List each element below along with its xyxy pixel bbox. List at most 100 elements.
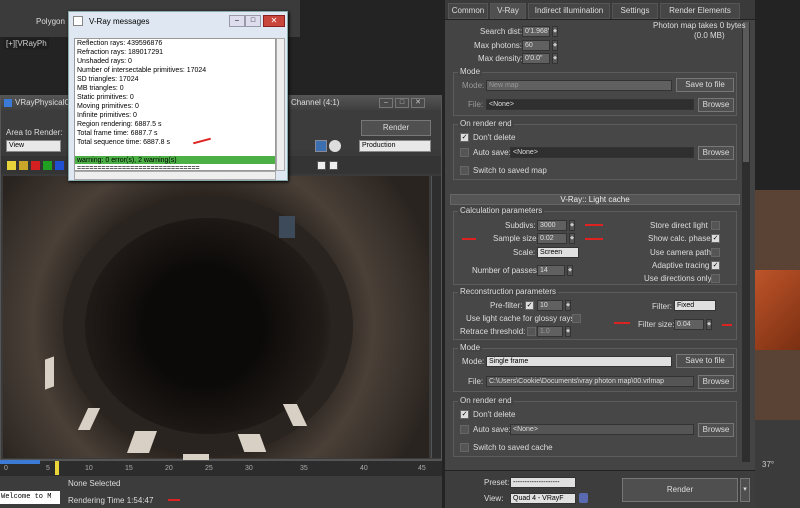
save-icon[interactable] — [7, 161, 16, 170]
use-directions-checkbox[interactable] — [711, 274, 720, 283]
dont-delete-checkbox[interactable]: ✓ — [460, 410, 469, 419]
file-field[interactable]: <None> — [486, 99, 694, 110]
mode-select[interactable]: Single frame — [486, 356, 672, 367]
spinner[interactable]: ◆ — [565, 326, 571, 337]
filter-select[interactable]: Fixed — [674, 300, 716, 311]
panel-scroll-thumb[interactable] — [743, 22, 749, 162]
rendered-image — [3, 176, 429, 476]
mode-group-title: Mode — [458, 67, 483, 76]
tab-render-elements[interactable]: Render Elements — [660, 3, 740, 19]
spinner[interactable]: ◆ — [569, 220, 575, 231]
subdivs-field[interactable]: 3000 — [537, 220, 567, 231]
spinner[interactable]: ◆ — [565, 300, 571, 311]
red-channel-icon[interactable] — [31, 161, 40, 170]
copy-icon[interactable] — [317, 161, 326, 170]
timeline[interactable] — [0, 460, 442, 476]
maximize-button[interactable]: □ — [245, 15, 261, 27]
spinner[interactable]: ◆ — [552, 26, 558, 37]
browse-button[interactable]: Browse — [698, 375, 734, 389]
close-button[interactable]: ✕ — [411, 98, 425, 108]
mode-select[interactable]: New map — [486, 80, 672, 91]
switch-saved-map-checkbox[interactable] — [460, 166, 469, 175]
frame-buffer-scrollbar[interactable] — [431, 176, 441, 458]
auto-save-field[interactable]: <None> — [510, 147, 694, 158]
vfb-render-button[interactable]: Render — [361, 120, 431, 136]
preset-select[interactable]: -------------------- — [510, 477, 576, 488]
file-field[interactable]: C:\Users\Cookie\Documents\vray photon ma… — [486, 376, 694, 387]
filter-size-field[interactable]: 0.04 — [674, 319, 704, 330]
light-cache-rollout[interactable]: V-Ray:: Light cache — [450, 194, 740, 205]
window-icon — [73, 16, 83, 26]
rendering-time: Rendering Time 1:54:47 — [68, 496, 154, 505]
browse-button[interactable]: Browse — [698, 146, 734, 160]
switch-saved-cache-checkbox[interactable] — [460, 443, 469, 452]
file-label: File: — [468, 100, 484, 109]
retrace-checkbox[interactable] — [527, 327, 536, 336]
annotation-mark — [585, 224, 603, 226]
save-to-file-button[interactable]: Save to file — [676, 78, 734, 92]
green-channel-icon[interactable] — [43, 161, 52, 170]
show-calc-checkbox[interactable]: ✓ — [711, 234, 720, 243]
open-icon[interactable] — [19, 161, 28, 170]
use-lc-glossy-checkbox[interactable] — [572, 314, 581, 323]
blue-channel-icon[interactable] — [55, 161, 64, 170]
calculation-parameters-title: Calculation parameters — [458, 206, 545, 215]
spinner[interactable]: ◆ — [569, 233, 575, 244]
retrace-field[interactable]: 1.0 — [537, 326, 563, 337]
messages-horizontal-scrollbar[interactable] — [74, 171, 276, 180]
maximize-button[interactable]: □ — [395, 98, 409, 108]
time-slider-handle[interactable] — [55, 461, 59, 475]
tab-settings[interactable]: Settings — [612, 3, 658, 19]
messages-vertical-scrollbar[interactable] — [276, 38, 285, 171]
polygon-tab[interactable]: Polygon — [36, 17, 65, 26]
spinner[interactable]: ◆ — [552, 53, 558, 64]
maxscript-listener[interactable]: Welcome to M — [0, 491, 60, 504]
max-photons-field[interactable]: 60 — [522, 40, 550, 51]
spinner[interactable]: ◆ — [552, 40, 558, 51]
tab-vray[interactable]: V-Ray — [490, 3, 526, 19]
clear-icon[interactable] — [329, 161, 338, 170]
render-button[interactable]: Render — [622, 478, 738, 502]
log-line: Total sequence time: 6887.8 s — [77, 139, 171, 146]
render-setup-icon[interactable] — [315, 140, 327, 152]
environment-icon[interactable] — [329, 140, 341, 152]
timeline-tick: 15 — [125, 465, 133, 472]
annotation-mark — [193, 137, 211, 145]
browse-button[interactable]: Browse — [698, 98, 734, 112]
auto-save-checkbox[interactable] — [460, 148, 469, 157]
spinner[interactable]: ◆ — [706, 319, 712, 330]
scale-select[interactable]: Screen — [537, 247, 579, 258]
tab-indirect-illumination[interactable]: Indirect illumination — [528, 3, 610, 19]
production-select[interactable]: Production — [359, 140, 431, 152]
dont-delete-label: Don't delete — [473, 133, 516, 142]
prefilter-checkbox[interactable]: ✓ — [525, 301, 534, 310]
minimize-button[interactable]: – — [379, 98, 393, 108]
search-dist-field[interactable]: 0'1.968" — [522, 26, 550, 37]
dont-delete-checkbox[interactable]: ✓ — [460, 133, 469, 142]
close-button[interactable]: ✕ — [263, 15, 285, 27]
save-to-file-button[interactable]: Save to file — [676, 354, 734, 368]
area-to-render-select[interactable]: View — [6, 140, 61, 152]
log-line: Region rendering: 6887.5 s — [77, 121, 162, 128]
lock-icon[interactable] — [579, 493, 588, 503]
use-camera-path-checkbox[interactable] — [711, 248, 720, 257]
store-direct-checkbox[interactable] — [711, 221, 720, 230]
tab-common[interactable]: Common — [448, 3, 488, 19]
render-dropdown-icon[interactable]: ▾ — [740, 478, 750, 502]
browse-button[interactable]: Browse — [698, 423, 734, 437]
auto-save-field[interactable]: <None> — [510, 424, 694, 435]
minimize-button[interactable]: – — [229, 15, 245, 27]
mode-label: Mode: — [462, 357, 485, 366]
auto-save-checkbox[interactable] — [460, 425, 469, 434]
render-ring — [63, 196, 353, 456]
adaptive-tracing-checkbox[interactable]: ✓ — [711, 261, 720, 270]
sample-size-field[interactable]: 0.02 — [537, 233, 567, 244]
passes-field[interactable]: 14 — [537, 265, 565, 276]
timeline-position[interactable] — [0, 460, 40, 464]
max-density-field[interactable]: 0'0.0" — [522, 53, 550, 64]
prefilter-field[interactable]: 10 — [537, 300, 563, 311]
viewport-label[interactable]: [+][VRayPh — [4, 38, 49, 49]
view-select[interactable]: Quad 4 - VRayF — [510, 493, 576, 504]
spinner[interactable]: ◆ — [567, 265, 573, 276]
annotation-mark — [168, 499, 180, 501]
